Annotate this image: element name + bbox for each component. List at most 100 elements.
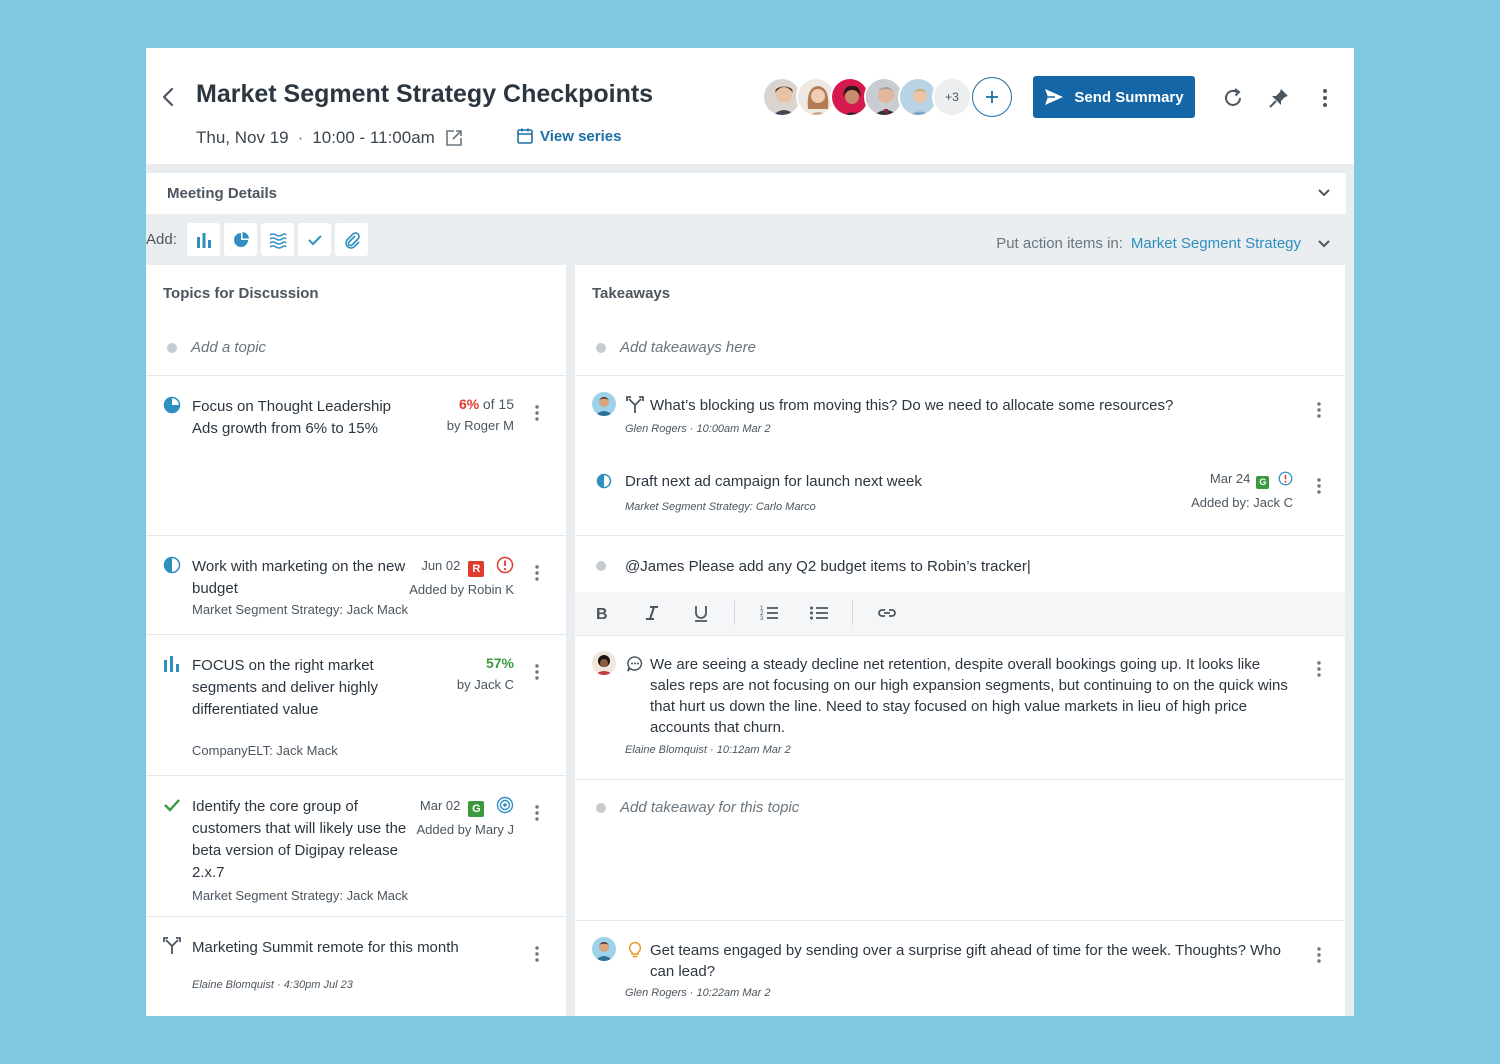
add-takeaway-input[interactable]: Add takeaways here <box>596 339 756 356</box>
added-by: Added by Robin K <box>409 582 514 597</box>
paperclip-icon <box>344 231 360 249</box>
bold-icon[interactable]: B <box>592 603 612 623</box>
progress-percent: 6% <box>459 396 480 412</box>
add-topic-input[interactable]: Add a topic <box>167 339 266 356</box>
separator-dot: · <box>297 128 304 147</box>
more-options-icon[interactable] <box>1313 86 1337 110</box>
due-date: Mar 02 <box>419 798 461 813</box>
meeting-details-label: Meeting Details <box>167 185 278 202</box>
add-topic-placeholder: Add a topic <box>191 339 267 356</box>
status-badge: G <box>1256 476 1270 489</box>
divider <box>575 779 1345 780</box>
chevron-down-icon[interactable] <box>1316 185 1332 201</box>
topic-source: Market Segment Strategy: Jack Mack <box>192 602 409 617</box>
bullet-dot <box>596 342 606 353</box>
chevron-down-icon[interactable] <box>1316 236 1332 252</box>
topic-text: Work with marketing on the new budget <box>192 558 406 597</box>
toolbar-divider <box>734 601 735 625</box>
divider <box>575 375 1345 376</box>
check-icon <box>164 799 180 812</box>
alert-icon <box>1278 471 1293 486</box>
bullet-list-icon[interactable] <box>809 603 829 623</box>
due-date: Mar 24 <box>1209 471 1251 486</box>
kebab-menu-icon[interactable] <box>534 945 540 963</box>
meeting-header: Market Segment Strategy Checkpoints Thu,… <box>146 48 1354 164</box>
add-takeaway-placeholder: Add takeaways here <box>620 339 756 356</box>
meeting-hours: 10:00 - 11:00am <box>312 128 435 147</box>
half-circle-icon <box>596 473 612 489</box>
kebab-menu-icon[interactable] <box>1316 477 1322 495</box>
italic-icon[interactable] <box>642 603 662 623</box>
bullet-dot <box>167 342 177 353</box>
due-date: Jun 02 <box>421 558 461 573</box>
add-takeaway-for-topic-input[interactable]: Add takeaway for this topic <box>596 799 799 816</box>
kebab-menu-icon[interactable] <box>1316 946 1322 964</box>
status-badge: G <box>468 801 485 817</box>
kebab-menu-icon[interactable] <box>534 564 540 582</box>
view-series-link[interactable]: View series <box>516 127 621 145</box>
takeaways-title: Takeaways <box>592 285 671 302</box>
topic-meta: Elaine Blomquist · 4:30pm Jul 23 <box>192 979 353 991</box>
put-value[interactable]: Market Segment Strategy <box>1131 235 1301 252</box>
takeaway-edit-text[interactable]: @James Please add any Q2 budget items to… <box>625 556 1280 577</box>
back-arrow-icon[interactable] <box>158 82 178 112</box>
add-goal-button[interactable] <box>224 223 257 256</box>
add-metric-button[interactable] <box>187 223 220 256</box>
meeting-details-accordion[interactable]: Meeting Details <box>146 173 1346 214</box>
kebab-menu-icon[interactable] <box>1316 660 1322 678</box>
kebab-menu-icon[interactable] <box>534 663 540 681</box>
pin-icon[interactable] <box>1267 86 1291 110</box>
takeaway-text: Draft next ad campaign for launch next w… <box>625 473 922 490</box>
put-label: Put action items in: <box>996 235 1123 252</box>
more-attendees-count[interactable]: +3 <box>932 77 972 117</box>
attendee-list: +3 <box>762 77 1012 117</box>
send-summary-button[interactable]: Send Summary <box>1033 76 1195 118</box>
kebab-menu-icon[interactable] <box>1316 401 1322 419</box>
progress-target: of 15 <box>482 396 514 412</box>
link-icon[interactable] <box>877 603 897 623</box>
kebab-menu-icon[interactable] <box>534 404 540 422</box>
numbered-list-icon[interactable]: 123 <box>759 603 779 623</box>
topic-due: Jun 02 R Added by Robin K <box>409 556 514 603</box>
avatar <box>592 937 616 961</box>
topic-owner: by Roger M <box>446 418 514 433</box>
add-attendee-button[interactable] <box>972 77 1012 117</box>
pie-chart-icon <box>163 396 181 414</box>
progress-percent: 57% <box>485 655 514 671</box>
topic-progress: 6% of 15 by Roger M <box>447 396 514 440</box>
pie-chart-icon <box>233 231 249 247</box>
view-series-label: View series <box>540 127 622 145</box>
action-items-destination[interactable]: Put action items in: Market Segment Strat… <box>996 235 1301 252</box>
meeting-date: Thu, Nov 19 <box>196 128 289 147</box>
refresh-icon[interactable] <box>1221 86 1245 110</box>
add-attachment-button[interactable] <box>335 223 368 256</box>
add-label: Add: <box>146 231 177 248</box>
add-task-button[interactable] <box>298 223 331 256</box>
underline-icon[interactable] <box>691 603 711 623</box>
alert-icon <box>496 556 514 574</box>
topic-progress: 57% by Jack C <box>457 655 514 699</box>
topic-source: CompanyELT: Jack Mack <box>192 743 338 758</box>
takeaway-meta: Glen Rogers · 10:00am Mar 2 <box>625 423 771 435</box>
topic-text: Marketing Summit remote for this month <box>192 939 459 956</box>
svg-text:3: 3 <box>760 616 764 622</box>
topic-owner: by Jack C <box>456 677 514 692</box>
topics-title: Topics for Discussion <box>163 285 319 302</box>
add-issue-button[interactable] <box>261 223 294 256</box>
takeaway-meta: Glen Rogers · 10:22am Mar 2 <box>625 987 771 999</box>
divider <box>575 920 1345 921</box>
external-link-icon[interactable] <box>445 129 463 147</box>
bullet-dot <box>596 802 606 813</box>
kebab-menu-icon[interactable] <box>534 804 540 822</box>
divider <box>146 535 566 536</box>
chat-bubble-icon <box>627 656 643 672</box>
takeaway-text: We are seeing a steady decline net reten… <box>650 656 1288 736</box>
fork-icon <box>163 937 181 954</box>
topic-text: Identify the core group of customers tha… <box>192 798 407 881</box>
divider <box>146 634 566 635</box>
page-title: Market Segment Strategy Checkpoints <box>196 80 654 108</box>
takeaway-meta: Market Segment Strategy: Carlo Marco <box>625 501 816 513</box>
avatar <box>592 392 616 416</box>
divider <box>146 775 566 776</box>
toolbar-divider <box>852 601 853 625</box>
